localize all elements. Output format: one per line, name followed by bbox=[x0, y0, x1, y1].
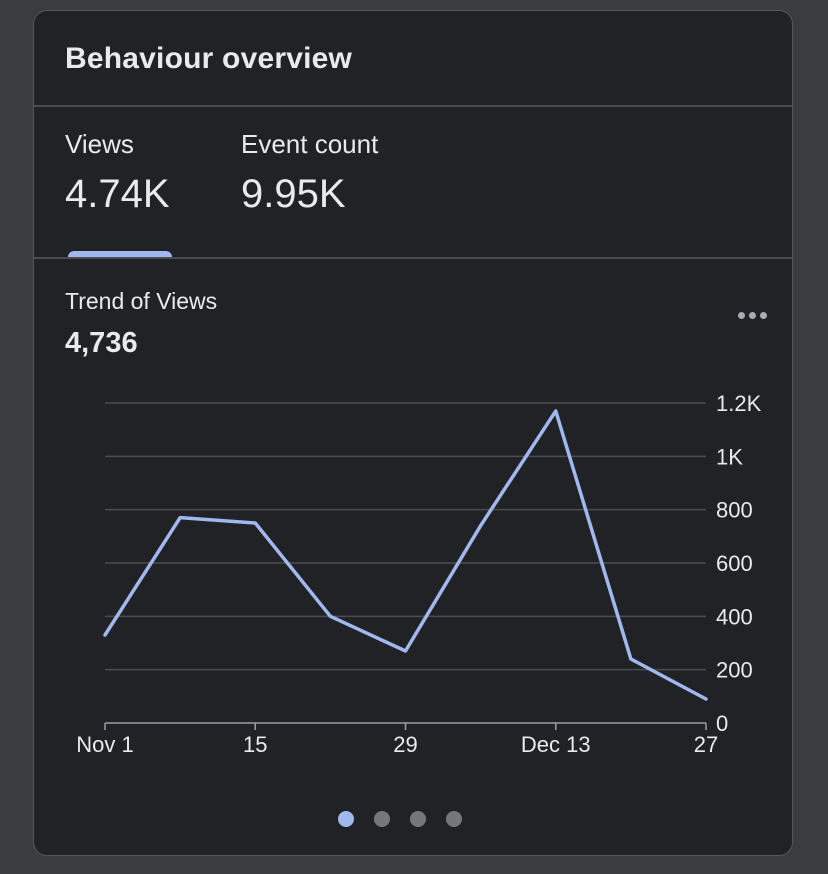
y-tick-label: 800 bbox=[716, 498, 753, 523]
views-trend-chart: 02004006008001K1.2KNov 1 15 29 Dec 13 27 bbox=[76, 391, 762, 757]
y-tick-label: 1K bbox=[716, 444, 743, 469]
series-line-views bbox=[103, 409, 708, 701]
y-tick-label: 600 bbox=[716, 551, 753, 576]
pager-dot-3[interactable] bbox=[410, 811, 426, 827]
carousel-pager bbox=[34, 811, 792, 827]
x-tick-label: 29 bbox=[393, 732, 417, 757]
pager-dot-4[interactable] bbox=[446, 811, 462, 827]
x-tick-label: Dec 13 bbox=[521, 732, 591, 757]
x-tick-label: 27 bbox=[694, 732, 718, 757]
x-tick-label: 15 bbox=[243, 732, 267, 757]
behaviour-overview-card: Behaviour overview Views 4.74K Event cou… bbox=[33, 10, 793, 856]
x-tick-label: Nov 1 bbox=[76, 732, 133, 757]
y-tick-label: 1.2K bbox=[716, 391, 762, 416]
pager-dot-2[interactable] bbox=[374, 811, 390, 827]
y-tick-label: 400 bbox=[716, 604, 753, 629]
pager-dot-1[interactable] bbox=[338, 811, 354, 827]
y-tick-label: 200 bbox=[716, 658, 753, 683]
